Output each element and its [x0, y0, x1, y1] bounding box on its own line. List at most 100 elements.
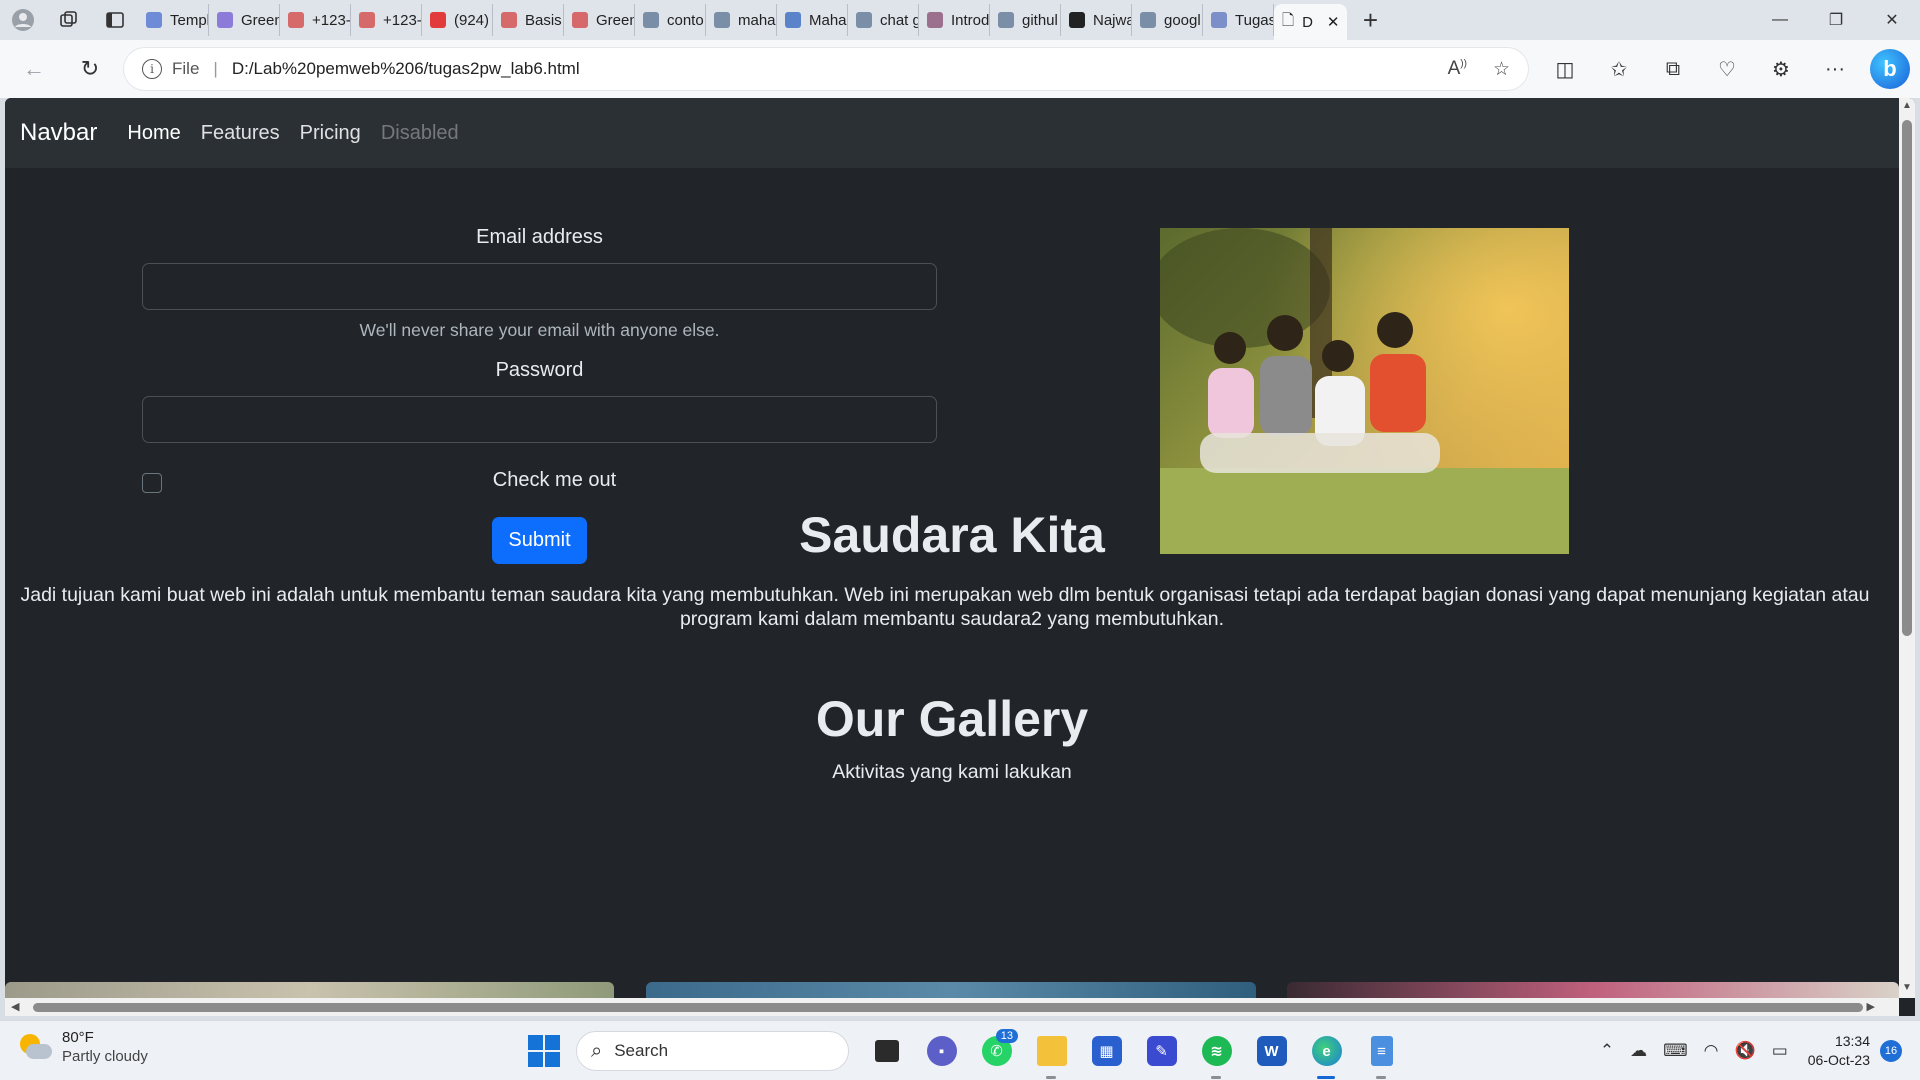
tab-favicon-icon: [927, 12, 943, 28]
browser-tab[interactable]: Introd: [919, 4, 990, 36]
browser-tab[interactable]: +123-: [280, 4, 351, 36]
password-field[interactable]: [142, 396, 937, 443]
gallery-title: Our Gallery: [815, 691, 1089, 747]
notification-badge[interactable]: 16: [1880, 1040, 1902, 1062]
nav-pricing[interactable]: Pricing: [300, 122, 361, 145]
browser-tab-label: Introd: [951, 11, 990, 29]
browser-tab-label: Green: [241, 11, 280, 29]
wifi-icon[interactable]: ◠: [1704, 1041, 1719, 1061]
vertical-scroll-thumb[interactable]: [1902, 120, 1912, 636]
tab-active[interactable]: 🗋 D ✕: [1274, 4, 1348, 40]
scroll-left-arrow-icon[interactable]: ◀: [11, 1000, 19, 1013]
address-toolbar: ← ↻ i File | D:/Lab%20pemweb%206/tugas2p…: [0, 40, 1920, 98]
taskbar-search-label: Search: [614, 1041, 669, 1060]
browser-essentials-icon[interactable]: ♡: [1700, 47, 1754, 91]
info-icon[interactable]: i: [142, 59, 162, 79]
browser-tab-label: Najwa: [1093, 11, 1132, 29]
tab-active-label: D: [1302, 13, 1313, 31]
address-bar[interactable]: i File | D:/Lab%20pemweb%206/tugas2pw_la…: [124, 48, 1528, 90]
battery-icon[interactable]: ▭: [1772, 1041, 1788, 1061]
browser-tab[interactable]: (924): [422, 4, 493, 36]
word-icon[interactable]: W: [1244, 1029, 1299, 1073]
close-tab-icon[interactable]: ✕: [1327, 13, 1340, 31]
browser-tab-label: +123-: [312, 11, 351, 29]
gallery-subtitle: Aktivitas yang kami lakukan: [832, 761, 1072, 783]
browser-tab[interactable]: +123-: [351, 4, 422, 36]
tab-actions-icon[interactable]: [92, 0, 138, 40]
navbar-brand[interactable]: Navbar: [20, 119, 97, 147]
close-window-icon[interactable]: ✕: [1864, 0, 1920, 40]
browser-tab[interactable]: Najwa: [1061, 4, 1132, 36]
browser-tab-label: Green: [596, 11, 635, 29]
clock[interactable]: 13:34 06-Oct-23: [1808, 1032, 1870, 1070]
window-controls: — ❐ ✕: [1752, 0, 1920, 40]
weather-widget[interactable]: 80°F Partly cloudy: [18, 1029, 148, 1065]
browser-tab[interactable]: googl: [1132, 4, 1203, 36]
scroll-up-arrow-icon[interactable]: ▲: [1902, 100, 1912, 111]
back-icon[interactable]: ←: [12, 47, 56, 91]
extensions-icon[interactable]: ⚙: [1754, 47, 1808, 91]
browser-tab-label: maha: [738, 11, 776, 29]
browser-tab[interactable]: maha: [706, 4, 777, 36]
nav-features[interactable]: Features: [201, 122, 280, 145]
browser-tab[interactable]: conto: [635, 4, 706, 36]
browser-tab[interactable]: Tugas: [1203, 4, 1274, 36]
nav-disabled: Disabled: [380, 121, 459, 144]
email-field[interactable]: [142, 263, 937, 310]
horizontal-scroll-thumb[interactable]: [33, 1003, 1863, 1012]
start-icon[interactable]: [528, 1035, 560, 1067]
check-me-out-label[interactable]: Check me out: [142, 469, 937, 492]
chat-icon[interactable]: ▪: [914, 1029, 969, 1073]
weather-desc: Partly cloudy: [62, 1048, 148, 1065]
minimize-icon[interactable]: —: [1752, 0, 1808, 40]
whatsapp-icon[interactable]: ✆ 13: [969, 1029, 1024, 1073]
edge-icon[interactable]: e: [1299, 1029, 1354, 1079]
pen-app-icon[interactable]: ✎: [1134, 1029, 1189, 1073]
refresh-icon[interactable]: ↻: [68, 47, 112, 91]
address-separator: |: [213, 59, 218, 78]
task-view-icon[interactable]: [859, 1029, 914, 1073]
browser-tab[interactable]: githul: [990, 4, 1061, 36]
scroll-down-arrow-icon[interactable]: ▼: [1902, 982, 1912, 993]
workspaces-icon[interactable]: [46, 0, 92, 40]
bing-icon[interactable]: b: [1870, 49, 1910, 89]
profile-icon[interactable]: [0, 0, 46, 40]
browser-tab-label: Basis: [525, 11, 562, 29]
spotify-icon[interactable]: ≋: [1189, 1029, 1244, 1079]
tab-favicon-icon: [714, 12, 730, 28]
about-title: Saudara Kita: [799, 507, 1105, 563]
more-icon[interactable]: ···: [1808, 47, 1862, 91]
new-tab-button[interactable]: +: [1347, 0, 1393, 40]
scroll-right-arrow-icon[interactable]: ▶: [1867, 1000, 1875, 1013]
split-screen-icon[interactable]: ◫: [1538, 47, 1592, 91]
email-label: Email address: [476, 226, 603, 248]
tab-favicon-icon: [643, 12, 659, 28]
vertical-scrollbar[interactable]: ▲ ▼: [1899, 98, 1915, 998]
favorite-star-icon[interactable]: ☆: [1493, 58, 1510, 81]
horizontal-scrollbar[interactable]: ◀ ▶: [5, 998, 1899, 1016]
collections-icon[interactable]: ⧉: [1646, 47, 1700, 91]
tab-favicon-icon: [1211, 12, 1227, 28]
taskbar-apps: ⌕ Search ▪ ✆ 13 ▦ ✎ ≋ W e ≡: [528, 1029, 1409, 1079]
browser-tab[interactable]: Green: [209, 4, 280, 36]
url-text[interactable]: D:/Lab%20pemweb%206/tugas2pw_lab6.html: [232, 59, 1422, 79]
favorites-icon[interactable]: ✩: [1592, 47, 1646, 91]
browser-tab[interactable]: Green: [564, 4, 635, 36]
site-navbar: Navbar Home Features Pricing Disabled: [5, 98, 1899, 168]
notepad-icon[interactable]: ≡: [1354, 1029, 1409, 1079]
keyboard-icon[interactable]: ⌨: [1663, 1041, 1688, 1061]
file-explorer-icon[interactable]: [1024, 1029, 1079, 1079]
nav-home[interactable]: Home: [127, 122, 180, 145]
browser-tab[interactable]: Templ: [138, 4, 209, 36]
taskbar-search[interactable]: ⌕ Search: [576, 1031, 849, 1071]
browser-tab[interactable]: Maha: [777, 4, 848, 36]
onedrive-icon[interactable]: ☁: [1630, 1041, 1647, 1061]
restore-icon[interactable]: ❐: [1808, 0, 1864, 40]
browser-tab[interactable]: Basis: [493, 4, 564, 36]
volume-muted-icon[interactable]: 🔇: [1735, 1041, 1756, 1061]
tab-favicon-icon: [430, 12, 446, 28]
store-icon[interactable]: ▦: [1079, 1029, 1134, 1073]
browser-tab[interactable]: chat g: [848, 4, 919, 36]
read-aloud-icon[interactable]: A)): [1448, 58, 1467, 80]
chevron-up-icon[interactable]: ⌃: [1600, 1041, 1614, 1061]
